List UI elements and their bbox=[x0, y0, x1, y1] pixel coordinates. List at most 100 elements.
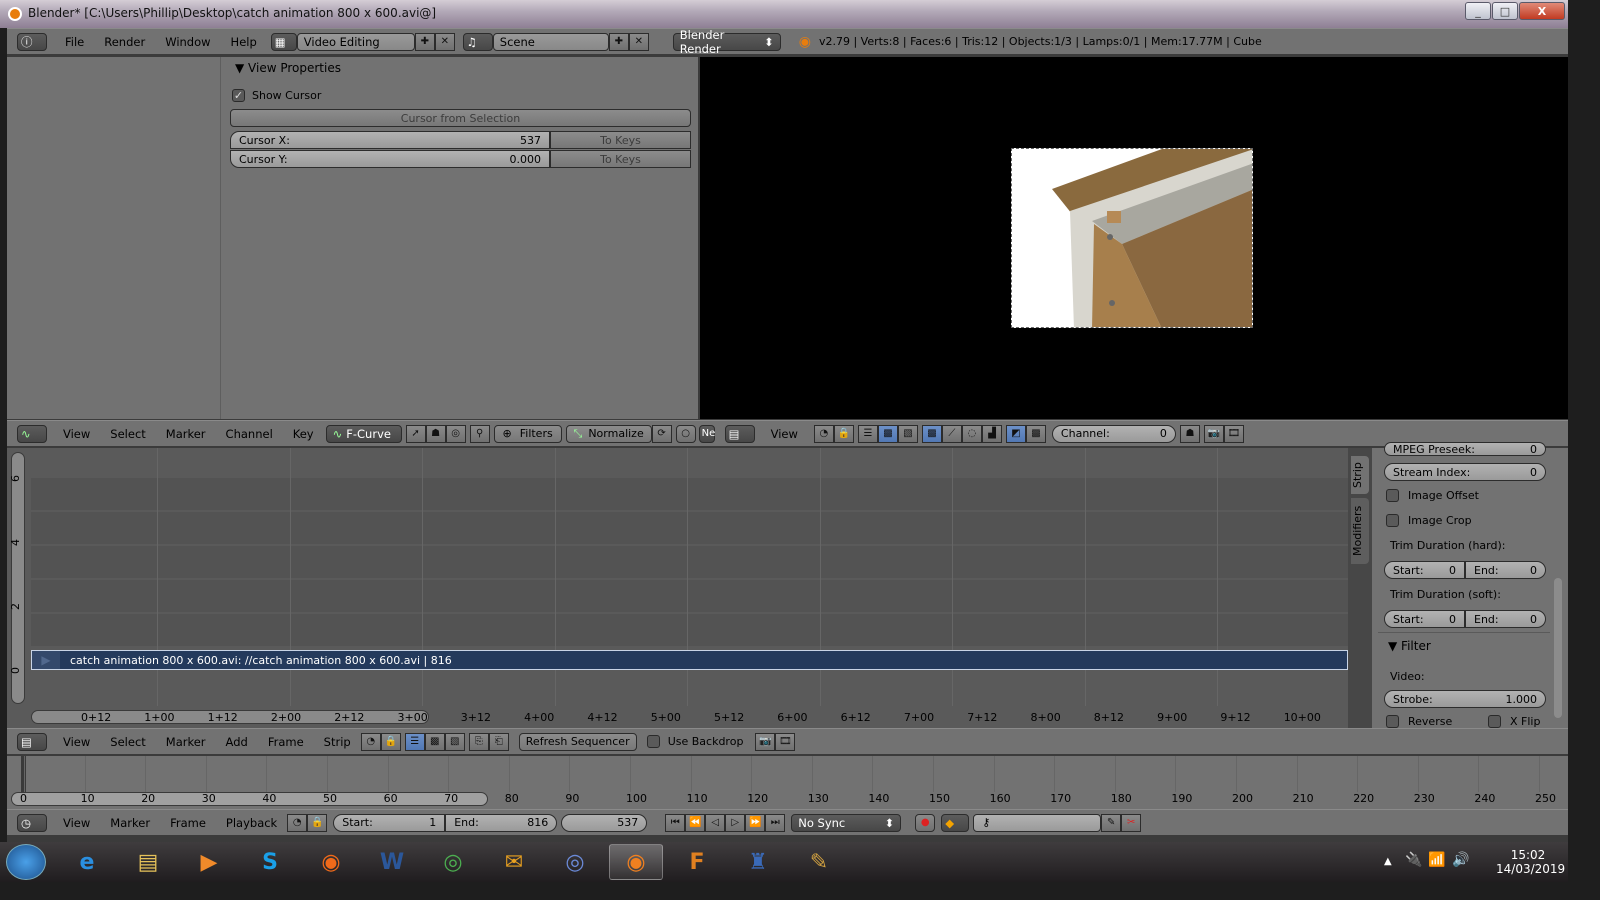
hard-start-field[interactable]: Start: 0 bbox=[1384, 561, 1465, 579]
xflip-checkbox[interactable] bbox=[1488, 715, 1501, 728]
close-button[interactable]: X bbox=[1519, 2, 1565, 20]
taskbar-skype-icon[interactable]: S bbox=[243, 844, 297, 880]
timeline-menu-marker[interactable]: Marker bbox=[100, 816, 160, 830]
taskbar-internet-explorer-icon[interactable]: e bbox=[60, 844, 114, 880]
cursor-y-field[interactable]: Cursor Y: 0.000 bbox=[230, 150, 550, 168]
refresh-sequencer-button[interactable]: Refresh Sequencer bbox=[518, 732, 637, 751]
image-display-icon[interactable]: ▩ bbox=[921, 424, 942, 443]
next-keyframe-icon[interactable]: ⏩ bbox=[745, 813, 766, 832]
tab-strip[interactable]: Strip bbox=[1351, 456, 1369, 494]
overlay-icon[interactable]: ◩ bbox=[1005, 424, 1026, 443]
panel-view-properties[interactable]: ▼ View Properties bbox=[235, 61, 341, 75]
seq-menu-view[interactable]: View bbox=[53, 735, 100, 749]
editor-type-info[interactable]: ⓘ bbox=[17, 32, 47, 51]
cursor-tool-icon[interactable]: ➚ bbox=[405, 424, 426, 443]
sync-mode-select[interactable]: No Sync ⬍ bbox=[791, 813, 902, 832]
image-crop-checkbox[interactable] bbox=[1386, 514, 1399, 527]
strobe-field[interactable]: Strobe: 1.000 bbox=[1384, 690, 1546, 708]
delete-keyframe-icon[interactable]: ✂ bbox=[1121, 813, 1142, 832]
render-animation-icon[interactable]: 🎞 bbox=[1223, 424, 1244, 443]
preview-view-icon[interactable]: ▩ bbox=[877, 424, 898, 443]
taskbar-fl-studio-icon[interactable]: F bbox=[670, 844, 724, 880]
xflip-row[interactable]: X Flip bbox=[1488, 715, 1540, 728]
lifebuoy-icon[interactable]: ◎ bbox=[445, 424, 466, 443]
vectorscope-icon[interactable]: ◌ bbox=[961, 424, 982, 443]
taskbar-blender-icon[interactable]: ◉ bbox=[609, 844, 663, 880]
preview-view-icon[interactable]: ▩ bbox=[424, 732, 445, 751]
play-reverse-icon[interactable]: ◁ bbox=[705, 813, 726, 832]
lock-icon[interactable]: 🔒 bbox=[380, 732, 401, 751]
cursor-y-to-keys-button[interactable]: To Keys bbox=[550, 150, 691, 168]
end-frame-field[interactable]: End: 816 bbox=[445, 813, 558, 832]
menu-file[interactable]: File bbox=[55, 35, 94, 49]
histogram-icon[interactable]: ▟ bbox=[981, 424, 1002, 443]
editor-type-timeline[interactable]: ◷ bbox=[17, 813, 47, 832]
render-image-icon[interactable]: 📷 bbox=[755, 732, 776, 751]
sequencer-preview-view-icon[interactable]: ▧ bbox=[897, 424, 918, 443]
graph-menu-select[interactable]: Select bbox=[100, 427, 155, 441]
render-engine-select[interactable]: Blender Render ⬍ bbox=[672, 28, 781, 56]
timeline-area[interactable]: 0 10 20 30 40 50 60 70 80 90 100 110 120 130 140 150 160… bbox=[7, 756, 1568, 816]
taskbar-network-icon[interactable]: ♜ bbox=[731, 844, 785, 880]
channel-field[interactable]: Channel: 0 bbox=[1051, 424, 1176, 443]
volume-icon[interactable]: 🔊 bbox=[1452, 852, 1469, 868]
circle-icon[interactable]: ○ bbox=[675, 424, 696, 443]
ghost-icon[interactable]: ☗ bbox=[1179, 424, 1200, 443]
scene-field[interactable]: Scene bbox=[492, 32, 609, 51]
seq-menu-strip[interactable]: Strip bbox=[314, 735, 361, 749]
taskbar-chromium-icon[interactable]: ◎ bbox=[548, 844, 602, 880]
seq-menu-add[interactable]: Add bbox=[216, 735, 258, 749]
render-animation-icon[interactable]: 🎞 bbox=[775, 732, 796, 751]
start-button[interactable] bbox=[6, 844, 46, 880]
graph-mode-select[interactable]: ∿ F-Curve bbox=[325, 424, 402, 443]
seq-menu-select[interactable]: Select bbox=[100, 735, 155, 749]
insert-keyframe-icon[interactable]: ✎ bbox=[1101, 813, 1122, 832]
preview-range-icon[interactable]: ◔ bbox=[287, 813, 308, 832]
cursor-x-to-keys-button[interactable]: To Keys bbox=[550, 131, 691, 149]
cursor-from-selection-button[interactable]: Cursor from Selection bbox=[230, 109, 691, 127]
minimize-button[interactable]: _ bbox=[1465, 2, 1491, 20]
panel-filter[interactable]: ▼ Filter bbox=[1388, 639, 1431, 653]
power-icon[interactable]: 🔌 bbox=[1405, 852, 1422, 868]
editor-type-graph[interactable]: ∿ bbox=[17, 424, 47, 443]
prev-keyframe-icon[interactable]: ⏪ bbox=[685, 813, 706, 832]
current-frame-field[interactable]: 537 bbox=[561, 813, 648, 832]
network-icon[interactable]: 📶 bbox=[1428, 852, 1445, 868]
image-offset-checkbox[interactable] bbox=[1386, 489, 1399, 502]
taskbar-file-explorer-icon[interactable]: ▤ bbox=[121, 844, 175, 880]
add-scene-icon[interactable]: ✚ bbox=[608, 32, 629, 51]
record-icon[interactable]: ● bbox=[915, 813, 936, 832]
waveform-icon[interactable]: ⟋ bbox=[941, 424, 962, 443]
sequencer-preview[interactable] bbox=[700, 57, 1568, 419]
editor-type-sequencer[interactable]: ▤ bbox=[17, 732, 47, 751]
reverse-row[interactable]: Reverse bbox=[1386, 715, 1452, 728]
maximize-button[interactable]: □ bbox=[1492, 2, 1518, 20]
hard-end-field[interactable]: End: 0 bbox=[1465, 561, 1546, 579]
graph-menu-key[interactable]: Key bbox=[283, 427, 324, 441]
graph-menu-view[interactable]: View bbox=[53, 427, 100, 441]
normalize-button[interactable]: ⤡ Normalize bbox=[565, 424, 652, 443]
movie-strip[interactable]: ▶ catch animation 800 x 600.avi: //catch… bbox=[31, 650, 1348, 670]
sequencer-strips-area[interactable]: 6 4 2 0 ▶ catch animation 800 x 600.avi:… bbox=[7, 448, 1483, 728]
taskbar-media-player-icon[interactable]: ▶ bbox=[182, 844, 236, 880]
cursor-x-field[interactable]: Cursor X: 537 bbox=[230, 131, 550, 149]
taskbar-word-icon[interactable]: W bbox=[365, 844, 419, 880]
screen-layout-field[interactable]: Video Editing bbox=[296, 32, 415, 51]
sequencer-view-icon[interactable]: ☰ bbox=[857, 424, 878, 443]
timeline-menu-playback[interactable]: Playback bbox=[216, 816, 287, 830]
taskbar-outlook-icon[interactable]: ✉ bbox=[487, 844, 541, 880]
render-image-icon[interactable]: 📷 bbox=[1203, 424, 1224, 443]
sequencer-view-icon[interactable]: ☰ bbox=[404, 732, 425, 751]
clock[interactable]: 15:02 14/03/2019 bbox=[1496, 848, 1565, 876]
copy-icon[interactable]: ⎘ bbox=[468, 732, 489, 751]
color-icon[interactable]: ◔ bbox=[813, 424, 834, 443]
soft-end-field[interactable]: End: 0 bbox=[1465, 610, 1546, 628]
graph-menu-channel[interactable]: Channel bbox=[216, 427, 283, 441]
sequencer-preview-view-icon[interactable]: ▧ bbox=[444, 732, 465, 751]
paste-icon[interactable]: ⎗ bbox=[488, 732, 509, 751]
ghost-icon[interactable]: ☗ bbox=[425, 424, 446, 443]
jump-end-icon[interactable]: ⏭ bbox=[765, 813, 786, 832]
image-crop-row[interactable]: Image Crop bbox=[1386, 514, 1472, 527]
seq-menu-frame[interactable]: Frame bbox=[258, 735, 314, 749]
image-offset-row[interactable]: Image Offset bbox=[1386, 489, 1479, 502]
